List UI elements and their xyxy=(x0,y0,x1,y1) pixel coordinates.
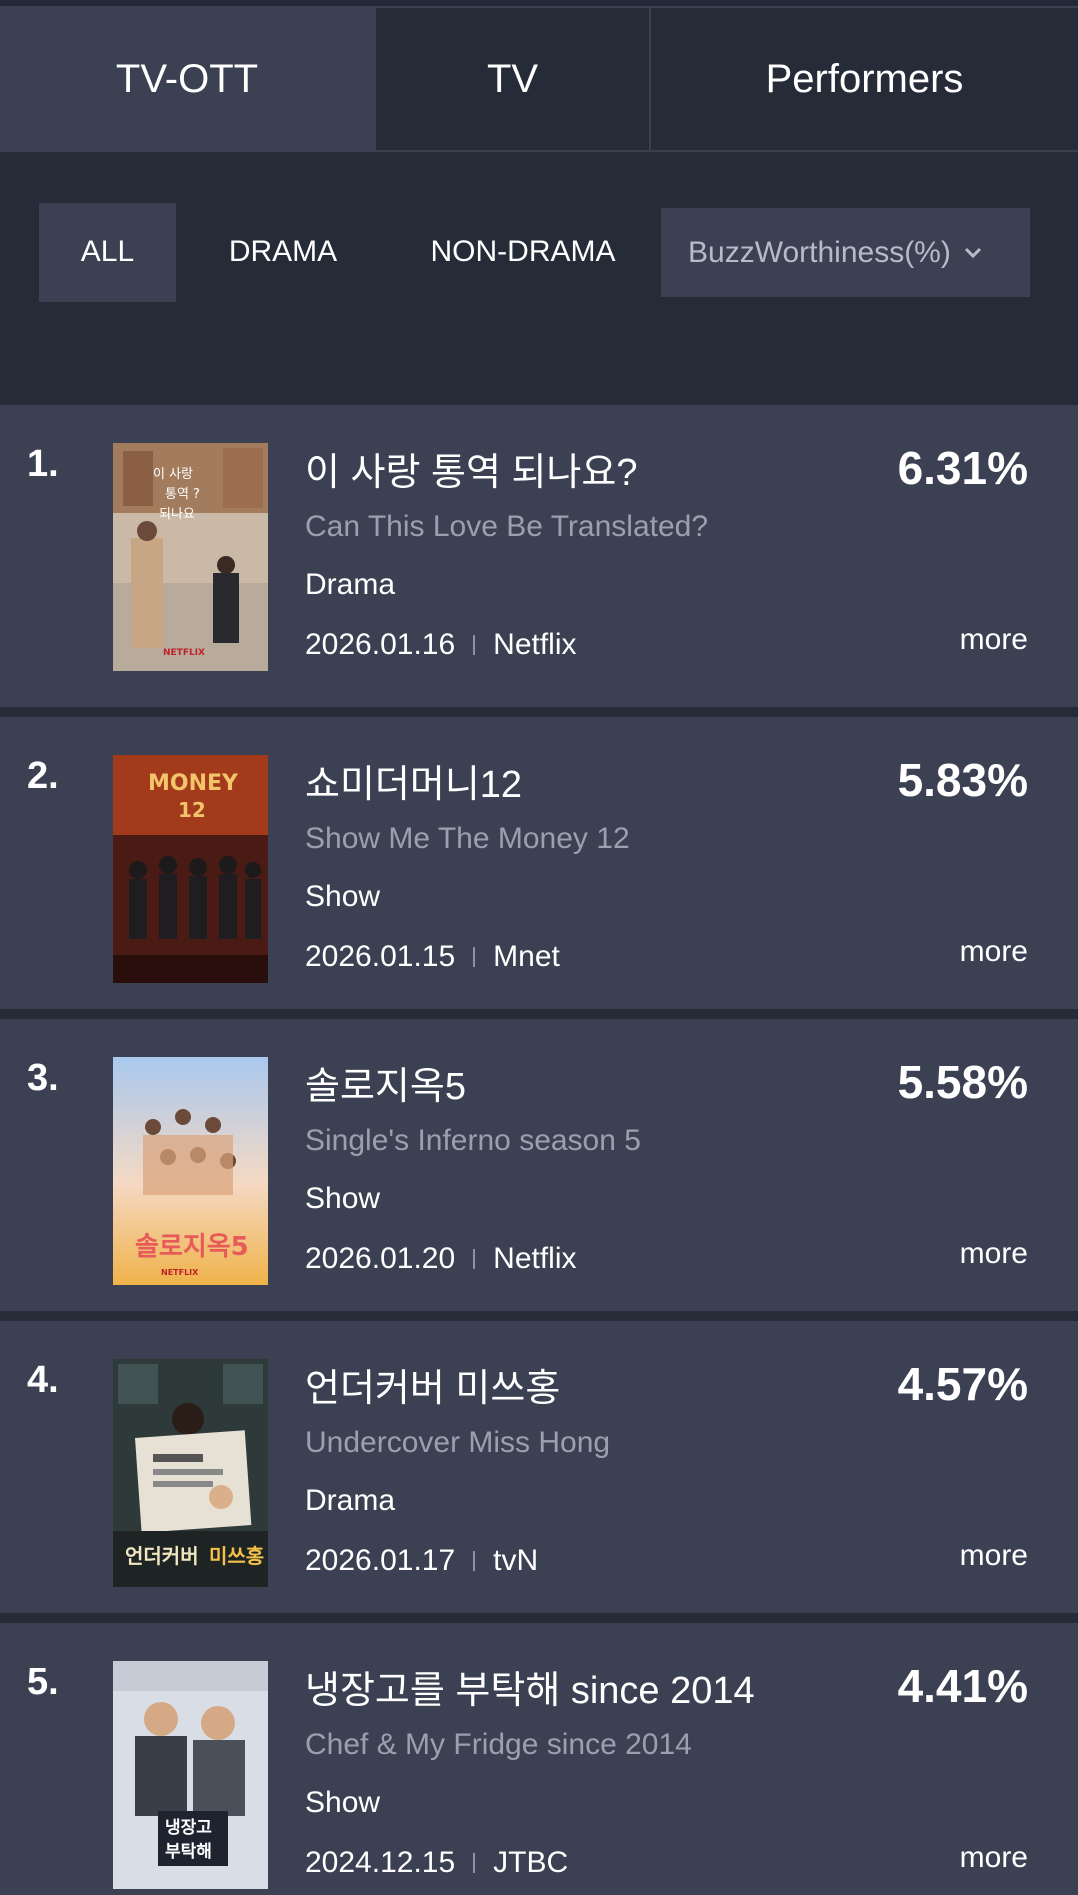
item-meta: 2026.01.20 Netflix xyxy=(305,1242,641,1276)
divider xyxy=(473,1249,476,1269)
more-link[interactable]: more xyxy=(960,1237,1028,1271)
ranking-item[interactable]: 5. 냉장고 부탁해 냉장고를 부탁해 since 2014 Chef & My… xyxy=(0,1613,1078,1895)
more-link[interactable]: more xyxy=(960,935,1028,969)
title-korean[interactable]: 이 사랑 통역 되나요? xyxy=(305,441,708,496)
item-info: 냉장고를 부탁해 since 2014 Chef & My Fridge sin… xyxy=(305,1659,755,1880)
air-date: 2026.01.15 xyxy=(305,940,456,973)
divider xyxy=(473,1551,476,1571)
ranking-item[interactable]: 2. MONEY 12 쇼미더머니12 Show Me The Money 12… xyxy=(0,707,1078,1009)
title-korean[interactable]: 솔로지옥5 xyxy=(305,1055,641,1110)
channel-name: Netflix xyxy=(493,1242,577,1275)
poster-image[interactable]: MONEY 12 xyxy=(113,755,268,983)
genre-label: Drama xyxy=(305,1484,396,1517)
category-tabs: TV-OTT TV Performers xyxy=(0,6,1078,152)
svg-text:12: 12 xyxy=(178,798,206,822)
title-english: Single's Inferno season 5 xyxy=(305,1124,641,1157)
rank-number: 2. xyxy=(27,755,59,797)
title-english: Chef & My Fridge since 2014 xyxy=(305,1728,692,1761)
item-meta: 2026.01.16 Netflix xyxy=(305,628,708,662)
filter-non-drama-button[interactable]: NON-DRAMA xyxy=(390,203,656,302)
svg-text:미쓰홍: 미쓰홍 xyxy=(209,1544,264,1568)
rank-number: 1. xyxy=(27,443,59,485)
svg-text:이 사랑: 이 사랑 xyxy=(153,467,193,482)
channel-name: tvN xyxy=(493,1544,539,1577)
metric-select[interactable]: BuzzWorthiness(%) xyxy=(661,208,1030,297)
item-meta: 2024.12.15 JTBC xyxy=(305,1846,755,1880)
rank-number: 3. xyxy=(27,1057,59,1099)
title-korean[interactable]: 냉장고를 부탁해 since 2014 xyxy=(305,1659,755,1714)
metric-select-label: BuzzWorthiness(%) xyxy=(688,235,951,269)
ranking-item[interactable]: 4. 언더커버 미쓰홍 언더커버 미쓰홍 Undercover Miss Hon… xyxy=(0,1311,1078,1613)
title-english: Undercover Miss Hong xyxy=(305,1426,611,1459)
title-english: Can This Love Be Translated? xyxy=(305,510,709,543)
ranking-item[interactable]: 1. 이 사랑 통역 ? 되나요 NETFLIX 이 사랑 통역 되나요? Ca… xyxy=(0,405,1078,707)
air-date: 2024.12.15 xyxy=(305,1846,456,1879)
rank-number: 4. xyxy=(27,1359,59,1401)
svg-text:솔로지옥5: 솔로지옥5 xyxy=(135,1232,249,1262)
poster-image[interactable]: 냉장고 부탁해 xyxy=(113,1661,268,1889)
item-info: 솔로지옥5 Single's Inferno season 5 Show 202… xyxy=(305,1055,641,1276)
item-info: 언더커버 미쓰홍 Undercover Miss Hong Drama 2026… xyxy=(305,1357,610,1578)
rank-number: 5. xyxy=(27,1661,59,1703)
ranking-list: 1. 이 사랑 통역 ? 되나요 NETFLIX 이 사랑 통역 되나요? Ca… xyxy=(0,405,1078,1895)
genre-label: Show xyxy=(305,1182,381,1215)
genre-label: Show xyxy=(305,1786,381,1819)
poster-image[interactable]: 언더커버 미쓰홍 xyxy=(113,1359,268,1587)
air-date: 2026.01.20 xyxy=(305,1242,456,1275)
buzz-percent: 4.57% xyxy=(897,1358,1028,1410)
svg-text:되나요: 되나요 xyxy=(159,507,195,522)
more-link[interactable]: more xyxy=(960,623,1028,657)
svg-text:부탁해: 부탁해 xyxy=(165,1842,212,1862)
divider xyxy=(473,1853,476,1873)
buzz-percent: 5.58% xyxy=(897,1056,1028,1108)
more-link[interactable]: more xyxy=(960,1841,1028,1875)
item-info: 이 사랑 통역 되나요? Can This Love Be Translated… xyxy=(305,441,708,662)
filter-all-button[interactable]: ALL xyxy=(39,202,176,302)
svg-text:냉장고: 냉장고 xyxy=(165,1818,212,1838)
air-date: 2026.01.16 xyxy=(305,628,456,661)
title-english: Show Me The Money 12 xyxy=(305,822,630,855)
filter-drama-button[interactable]: DRAMA xyxy=(176,203,390,302)
divider xyxy=(473,635,476,655)
item-info: 쇼미더머니12 Show Me The Money 12 Show 2026.0… xyxy=(305,753,630,974)
svg-text:언더커버: 언더커버 xyxy=(125,1544,199,1568)
buzz-percent: 4.41% xyxy=(897,1660,1028,1712)
poster-image[interactable]: 이 사랑 통역 ? 되나요 NETFLIX xyxy=(113,443,268,671)
channel-name: Mnet xyxy=(493,940,560,973)
channel-name: Netflix xyxy=(493,628,577,661)
item-meta: 2026.01.17 tvN xyxy=(305,1544,610,1578)
svg-text:MONEY: MONEY xyxy=(148,771,239,796)
title-korean[interactable]: 쇼미더머니12 xyxy=(305,753,630,808)
filter-bar: ALL DRAMA NON-DRAMA BuzzWorthiness(%) xyxy=(0,152,1078,352)
chevron-down-icon xyxy=(964,247,981,258)
title-korean[interactable]: 언더커버 미쓰홍 xyxy=(305,1357,610,1412)
svg-text:NETFLIX: NETFLIX xyxy=(161,1268,199,1277)
svg-text:NETFLIX: NETFLIX xyxy=(163,648,205,658)
genre-label: Show xyxy=(305,880,381,913)
air-date: 2026.01.17 xyxy=(305,1544,456,1577)
buzz-percent: 6.31% xyxy=(897,442,1028,494)
buzz-percent: 5.83% xyxy=(897,754,1028,806)
item-meta: 2026.01.15 Mnet xyxy=(305,940,630,974)
ranking-item[interactable]: 3. 솔로지옥5 NETFLIX 솔로지옥5 Single's Inferno … xyxy=(0,1009,1078,1311)
genre-label: Drama xyxy=(305,568,396,601)
tab-tv-ott[interactable]: TV-OTT xyxy=(0,8,374,150)
more-link[interactable]: more xyxy=(960,1539,1028,1573)
svg-text:통역 ?: 통역 ? xyxy=(165,487,200,502)
tab-tv[interactable]: TV xyxy=(374,8,649,150)
poster-image[interactable]: 솔로지옥5 NETFLIX xyxy=(113,1057,268,1285)
divider xyxy=(473,947,476,967)
tab-performers[interactable]: Performers xyxy=(649,8,1078,150)
channel-name: JTBC xyxy=(493,1846,569,1879)
